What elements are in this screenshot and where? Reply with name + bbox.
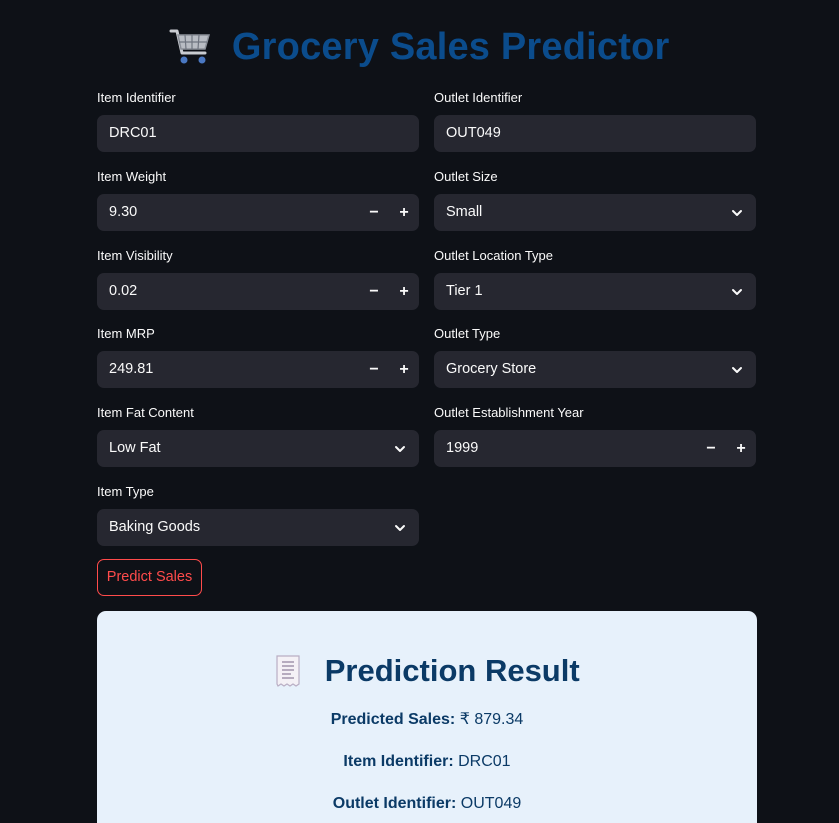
result-outlet-identifier-line: Outlet Identifier: OUT049: [97, 795, 757, 813]
page-title: Grocery Sales Predictor: [0, 22, 839, 72]
item-mrp-value: 249.81: [109, 361, 154, 377]
item-fat-content-select[interactable]: Low Fat: [97, 430, 419, 467]
outlet-size-field: Outlet Size Small: [434, 168, 756, 231]
item-mrp-field: Item MRP 249.81 − +: [97, 325, 419, 388]
result-item-identifier-line: Item Identifier: DRC01: [97, 753, 757, 771]
item-fat-content-field: Item Fat Content Low Fat: [97, 404, 419, 467]
chevron-down-icon: [732, 367, 742, 373]
item-type-label: Item Type: [97, 484, 154, 499]
shopping-cart-icon: [169, 27, 213, 67]
predict-sales-button[interactable]: Predict Sales: [97, 559, 202, 596]
predicted-sales-line: Predicted Sales: ₹ 879.34: [97, 709, 757, 729]
item-weight-input[interactable]: 9.30 − +: [97, 194, 419, 231]
item-weight-increment-button[interactable]: +: [389, 194, 419, 231]
outlet-establishment-year-field: Outlet Establishment Year 1999 − +: [434, 404, 756, 467]
result-item-identifier-label: Item Identifier:: [343, 753, 454, 770]
outlet-type-label: Outlet Type: [434, 326, 501, 341]
outlet-location-type-value: Tier 1: [446, 283, 483, 299]
item-mrp-increment-button[interactable]: +: [389, 351, 419, 388]
app-title: Grocery Sales Predictor: [231, 26, 670, 68]
outlet-establishment-year-value: 1999: [446, 440, 479, 456]
outlet-type-field: Outlet Type Grocery Store: [434, 325, 756, 388]
result-title: Prediction Result: [324, 653, 580, 688]
item-type-field: Item Type Baking Goods: [97, 483, 419, 546]
prediction-result-card: Prediction Result Predicted Sales: ₹ 879…: [97, 611, 757, 823]
outlet-identifier-label: Outlet Identifier: [434, 90, 523, 105]
outlet-establishment-year-decrement-button[interactable]: −: [696, 430, 726, 467]
item-fat-content-label: Item Fat Content: [97, 405, 194, 420]
outlet-establishment-year-label: Outlet Establishment Year: [434, 405, 584, 420]
outlet-type-select[interactable]: Grocery Store: [434, 351, 756, 388]
outlet-identifier-field: Outlet Identifier OUT049: [434, 89, 756, 152]
result-outlet-identifier-label: Outlet Identifier:: [332, 795, 457, 812]
item-visibility-value: 0.02: [109, 283, 138, 299]
item-visibility-increment-button[interactable]: +: [389, 273, 419, 310]
item-type-value: Baking Goods: [109, 519, 201, 535]
item-fat-content-value: Low Fat: [109, 440, 161, 456]
item-identifier-field: Item Identifier DRC01: [97, 89, 419, 152]
outlet-establishment-year-stepper: − +: [696, 430, 756, 467]
chevron-down-icon: [732, 210, 742, 216]
predicted-sales-label: Predicted Sales:: [330, 711, 456, 728]
item-identifier-label: Item Identifier: [97, 90, 176, 105]
item-visibility-stepper: − +: [359, 273, 419, 310]
item-identifier-value: DRC01: [109, 125, 157, 141]
outlet-establishment-year-increment-button[interactable]: +: [726, 430, 756, 467]
item-mrp-decrement-button[interactable]: −: [359, 351, 389, 388]
chevron-down-icon: [395, 446, 405, 452]
item-mrp-input[interactable]: 249.81 − +: [97, 351, 419, 388]
item-visibility-label: Item Visibility: [97, 248, 173, 263]
item-weight-decrement-button[interactable]: −: [359, 194, 389, 231]
outlet-identifier-value: OUT049: [446, 125, 501, 141]
outlet-type-value: Grocery Store: [446, 361, 537, 377]
item-mrp-label: Item MRP: [97, 326, 155, 341]
outlet-identifier-input[interactable]: OUT049: [434, 115, 756, 152]
item-weight-stepper: − +: [359, 194, 419, 231]
result-item-identifier-value: DRC01: [458, 753, 511, 770]
item-weight-label: Item Weight: [97, 169, 167, 184]
item-visibility-input[interactable]: 0.02 − +: [97, 273, 419, 310]
chevron-down-icon: [395, 525, 405, 531]
item-mrp-stepper: − +: [359, 351, 419, 388]
result-heading: Prediction Result: [97, 649, 757, 693]
item-weight-value: 9.30: [109, 204, 138, 220]
outlet-size-value: Small: [446, 204, 483, 220]
item-visibility-field: Item Visibility 0.02 − +: [97, 247, 419, 310]
outlet-establishment-year-input[interactable]: 1999 − +: [434, 430, 756, 467]
chevron-down-icon: [732, 289, 742, 295]
outlet-location-type-select[interactable]: Tier 1: [434, 273, 756, 310]
outlet-location-type-field: Outlet Location Type Tier 1: [434, 247, 756, 310]
outlet-size-label: Outlet Size: [434, 169, 498, 184]
item-type-select[interactable]: Baking Goods: [97, 509, 419, 546]
result-outlet-identifier-value: OUT049: [460, 795, 522, 812]
outlet-size-select[interactable]: Small: [434, 194, 756, 231]
predicted-sales-value: ₹ 879.34: [459, 711, 524, 728]
item-weight-field: Item Weight 9.30 − +: [97, 168, 419, 231]
item-visibility-decrement-button[interactable]: −: [359, 273, 389, 310]
app-page: Grocery Sales Predictor Item Identifier …: [0, 0, 839, 823]
receipt-icon: [274, 654, 302, 688]
item-identifier-input[interactable]: DRC01: [97, 115, 419, 152]
outlet-location-type-label: Outlet Location Type: [434, 248, 554, 263]
